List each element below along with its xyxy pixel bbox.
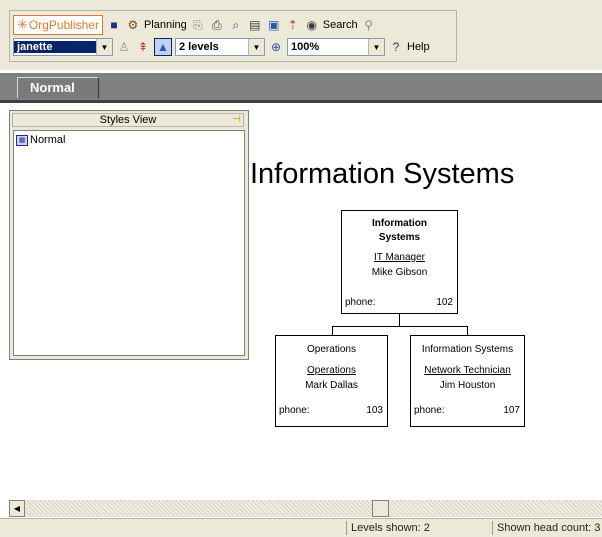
- child-phone-row: phone: 107: [414, 405, 520, 416]
- org-box-information-systems[interactable]: Information Systems Network Technician J…: [410, 335, 525, 427]
- view-tab-strip: Normal: [0, 73, 602, 100]
- levels-select[interactable]: 2 levels ▼: [175, 38, 265, 56]
- up-level-icon[interactable]: ▲: [154, 38, 172, 56]
- child-person: Mark Dallas: [305, 380, 358, 391]
- style-item-label: Normal: [30, 134, 66, 146]
- user-select-value: janette: [14, 41, 96, 53]
- publish-icon[interactable]: ▣: [266, 17, 282, 33]
- status-separator: [492, 521, 493, 535]
- styles-view-title-bar: Styles View ⊣: [12, 113, 244, 127]
- styles-view-panel: Styles View ⊣ ▦ Normal: [9, 110, 249, 360]
- status-head-count: Shown head count: 3: [497, 522, 601, 534]
- child-phone-label: phone:: [414, 405, 445, 416]
- export-icon[interactable]: ⇡: [285, 17, 301, 33]
- styles-list: ▦ Normal: [13, 130, 245, 356]
- root-person: Mike Gibson: [371, 267, 428, 278]
- scroll-left-arrow-icon[interactable]: ◀: [9, 500, 25, 517]
- toolbar-area: ✳ OrgPublisher ■ ⚙ Planning ⎘ ⎙ ⌕ ▤ ▣ ⇡ …: [0, 0, 602, 70]
- style-item-normal[interactable]: ▦ Normal: [16, 134, 65, 146]
- child-person: Jim Houston: [439, 380, 496, 391]
- org-box-operations[interactable]: Operations Operations Mark Dallas phone:…: [275, 335, 388, 427]
- connector-horizontal: [332, 326, 468, 327]
- child-name: Information Systems: [421, 344, 514, 355]
- child-phone-row: phone: 103: [279, 405, 383, 416]
- child-role: Network Technician: [424, 365, 511, 376]
- print-icon[interactable]: ⎙: [209, 17, 225, 33]
- styles-view-title: Styles View: [99, 114, 157, 126]
- root-name-line1: Information: [372, 218, 427, 229]
- move-up-icon[interactable]: ⇞: [135, 39, 151, 55]
- horizontal-scrollbar[interactable]: ◀: [9, 500, 602, 517]
- main-toolbar: ✳ OrgPublisher ■ ⚙ Planning ⎘ ⎙ ⌕ ▤ ▣ ⇡ …: [9, 10, 457, 62]
- logo-label: OrgPublisher: [28, 18, 99, 32]
- status-levels-shown: Levels shown: 2: [351, 522, 430, 534]
- help-icon[interactable]: ?: [388, 39, 404, 55]
- search-label[interactable]: Search: [323, 19, 358, 31]
- binoculars-icon[interactable]: ◉: [304, 17, 320, 33]
- child-phone-label: phone:: [279, 405, 310, 416]
- connector-root-down: [399, 314, 400, 326]
- chevron-down-icon[interactable]: ▼: [368, 39, 384, 55]
- chevron-down-icon[interactable]: ▼: [96, 39, 112, 55]
- chevron-down-icon[interactable]: ▼: [248, 39, 264, 55]
- root-name-line2: Systems: [378, 232, 421, 243]
- child-phone-number: 107: [503, 405, 520, 416]
- pin-icon[interactable]: ⊣: [232, 114, 241, 126]
- child-phone-number: 103: [366, 405, 383, 416]
- root-phone-label: phone:: [345, 297, 376, 308]
- save-icon[interactable]: ■: [106, 17, 122, 33]
- root-role: IT Manager: [374, 252, 425, 263]
- status-separator: [346, 521, 347, 535]
- child-name: Operations: [307, 344, 356, 355]
- toolbar-row-2: janette ▼ ♙ ⇞ ▲ 2 levels ▼ ⊕ 100% ▼ ? He…: [13, 37, 430, 57]
- levels-select-value: 2 levels: [179, 41, 219, 53]
- copy-icon[interactable]: ⎘: [190, 17, 206, 33]
- orgpublisher-logo-button[interactable]: ✳ OrgPublisher: [13, 15, 103, 35]
- tab-strip-divider: [0, 100, 602, 103]
- tab-normal[interactable]: Normal: [17, 77, 99, 98]
- scroll-thumb[interactable]: [372, 500, 389, 517]
- root-phone-number: 102: [436, 297, 453, 308]
- zoom-select-value: 100%: [291, 41, 320, 53]
- wizard-icon[interactable]: ⚲: [361, 17, 377, 33]
- connector-left-down: [332, 326, 333, 335]
- planning-icon[interactable]: ⚙: [125, 17, 141, 33]
- person-icon[interactable]: ♙: [116, 39, 132, 55]
- star-icon: ✳: [17, 17, 28, 32]
- status-bar: Levels shown: 2 Shown head count: 3: [0, 518, 602, 537]
- root-phone-row: phone: 102: [345, 297, 453, 308]
- preview-icon[interactable]: ▤: [247, 17, 263, 33]
- chart-title: Information Systems: [250, 158, 515, 190]
- user-select[interactable]: janette ▼: [13, 38, 113, 56]
- child-role: Operations: [307, 365, 356, 376]
- connector-right-down: [467, 326, 468, 335]
- zoom-select[interactable]: 100% ▼: [287, 38, 385, 56]
- style-icon: ▦: [16, 134, 28, 146]
- org-box-root[interactable]: Information Systems IT Manager Mike Gibs…: [341, 210, 458, 314]
- planning-label[interactable]: Planning: [144, 19, 187, 31]
- zoom-icon[interactable]: ⊕: [268, 39, 284, 55]
- toolbar-row-1: ✳ OrgPublisher ■ ⚙ Planning ⎘ ⎙ ⌕ ▤ ▣ ⇡ …: [13, 15, 377, 35]
- help-label[interactable]: Help: [407, 41, 430, 53]
- find-icon[interactable]: ⌕: [228, 17, 244, 33]
